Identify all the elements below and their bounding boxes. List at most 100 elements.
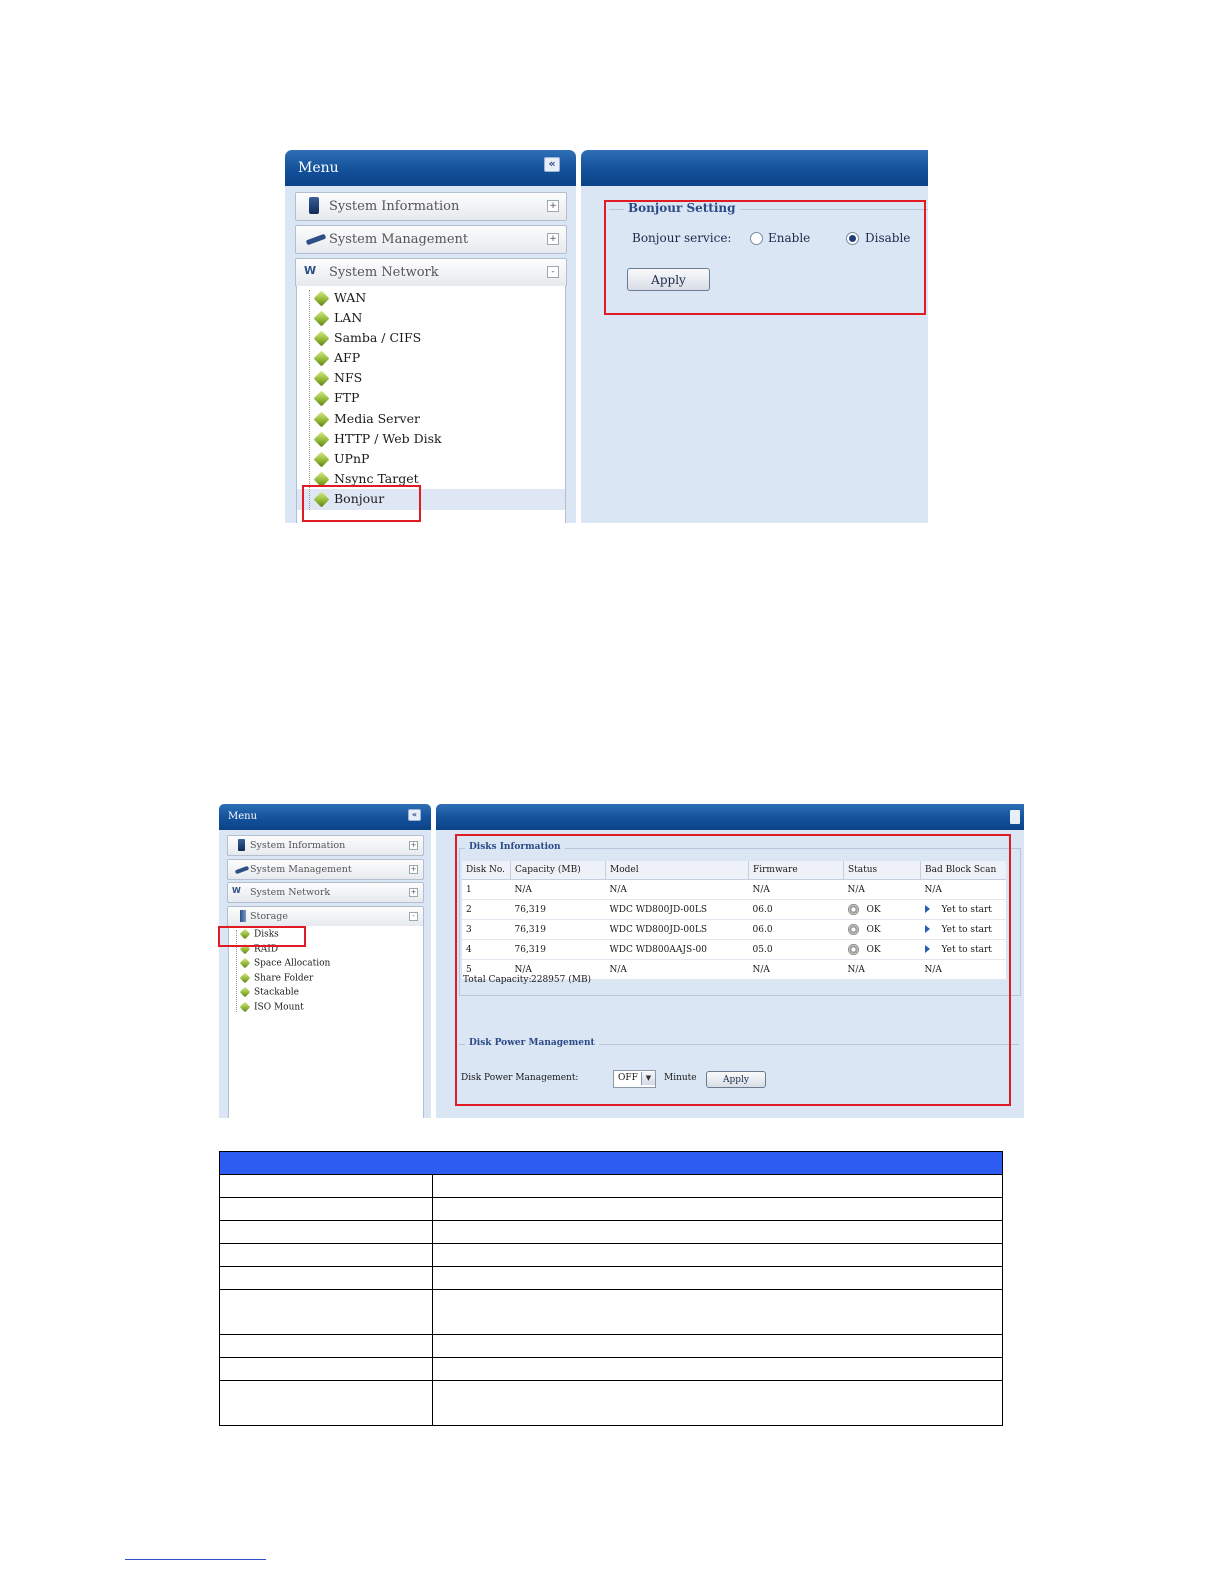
collapse-menu-button[interactable]: «	[544, 157, 560, 172]
menu-category-storage[interactable]: Storage -	[227, 906, 424, 927]
table-row	[219, 1334, 1003, 1358]
table-cell	[219, 1174, 433, 1198]
table-cell	[432, 1174, 1003, 1198]
table-cell	[432, 1334, 1003, 1358]
expand-icon[interactable]: +	[409, 888, 418, 897]
storage-icon	[240, 910, 246, 922]
category-label: System Management	[329, 232, 469, 247]
package-icon	[314, 331, 329, 346]
table-cell	[432, 1380, 1003, 1426]
package-icon	[314, 452, 329, 467]
highlight-bonjour-menu-item	[302, 485, 421, 522]
menu-title: Menu	[298, 160, 339, 176]
package-icon	[314, 371, 329, 386]
table-cell	[432, 1266, 1003, 1290]
content-header	[436, 804, 1024, 830]
network-icon: W	[232, 886, 241, 895]
menu-category-system-information[interactable]: System Information +	[295, 192, 567, 221]
table-cell	[219, 1357, 433, 1381]
menu-item-wan[interactable]: WAN	[314, 290, 366, 306]
logout-icon[interactable]	[1010, 810, 1020, 824]
table-cell	[432, 1289, 1003, 1335]
package-icon	[314, 432, 329, 447]
table-row	[219, 1357, 1003, 1381]
package-icon	[240, 1002, 250, 1012]
expand-icon[interactable]: +	[409, 841, 418, 850]
table-cell	[219, 1220, 433, 1244]
wrench-icon	[234, 865, 250, 875]
category-label: System Network	[250, 887, 331, 898]
package-icon	[314, 291, 329, 306]
double-chevron-left-icon: «	[548, 157, 556, 170]
menu-item-share-folder[interactable]: Share Folder	[240, 973, 313, 984]
category-label: Storage	[250, 911, 288, 922]
package-icon	[240, 958, 250, 968]
table-cell	[432, 1197, 1003, 1221]
table-row	[219, 1380, 1003, 1426]
table-cell	[432, 1220, 1003, 1244]
menu-category-system-network[interactable]: W System Network -	[295, 258, 567, 287]
menu-category-system-management[interactable]: System Management +	[295, 225, 567, 254]
network-icon: W	[304, 264, 317, 277]
menu-item-ftp[interactable]: FTP	[314, 390, 359, 406]
highlight-bonjour-setting	[604, 200, 926, 315]
package-icon	[314, 412, 329, 427]
storage-item-list	[228, 926, 424, 1118]
table-cell	[219, 1380, 433, 1426]
table-cell	[219, 1197, 433, 1221]
expand-icon[interactable]: +	[409, 865, 418, 874]
collapse-icon[interactable]: -	[547, 266, 559, 278]
table-cell	[219, 1334, 433, 1358]
package-icon	[314, 351, 329, 366]
menu-category-system-network[interactable]: W System Network +	[227, 882, 424, 903]
table-header-row	[219, 1151, 1003, 1175]
category-label: System Information	[250, 840, 346, 851]
table-cell	[219, 1266, 433, 1290]
description-table	[219, 1151, 1003, 1426]
menu-item-iso-mount[interactable]: ISO Mount	[240, 1002, 304, 1013]
category-label: System Management	[250, 864, 352, 875]
monitor-icon	[238, 839, 245, 851]
table-row	[219, 1220, 1003, 1244]
category-label: System Information	[329, 199, 460, 214]
highlight-disks-menu-item	[218, 926, 306, 947]
expand-icon[interactable]: +	[547, 200, 559, 212]
table-row	[219, 1197, 1003, 1221]
menu-header: Menu «	[219, 804, 431, 830]
menu-item-upnp[interactable]: UPnP	[314, 451, 369, 467]
menu-item-afp[interactable]: AFP	[314, 350, 360, 366]
menu-title: Menu	[228, 811, 258, 822]
package-icon	[240, 973, 250, 983]
menu-header: Menu «	[285, 150, 576, 186]
highlight-disks-content	[455, 834, 1011, 1106]
menu-item-media-server[interactable]: Media Server	[314, 411, 420, 427]
collapse-icon[interactable]: -	[409, 912, 418, 921]
table-header-cell	[219, 1151, 1003, 1175]
menu-item-lan[interactable]: LAN	[314, 310, 362, 326]
double-chevron-left-icon: «	[411, 810, 418, 819]
table-row	[219, 1243, 1003, 1267]
category-label: System Network	[329, 265, 439, 280]
footer-rule	[125, 1559, 266, 1560]
table-cell	[432, 1243, 1003, 1267]
table-cell	[432, 1357, 1003, 1381]
package-icon	[314, 311, 329, 326]
collapse-menu-button[interactable]: «	[408, 809, 421, 821]
package-icon	[240, 987, 250, 997]
table-cell	[219, 1243, 433, 1267]
menu-item-stackable[interactable]: Stackable	[240, 987, 299, 998]
monitor-icon	[309, 197, 319, 214]
menu-item-http-web-disk[interactable]: HTTP / Web Disk	[314, 431, 442, 447]
menu-item-samba-cifs[interactable]: Samba / CIFS	[314, 330, 421, 346]
menu-category-system-management[interactable]: System Management +	[227, 859, 424, 880]
content-header	[581, 150, 928, 186]
table-row	[219, 1174, 1003, 1198]
menu-item-nfs[interactable]: NFS	[314, 370, 362, 386]
wrench-icon	[305, 233, 327, 246]
package-icon	[314, 391, 329, 406]
expand-icon[interactable]: +	[547, 233, 559, 245]
table-cell	[219, 1289, 433, 1335]
menu-category-system-information[interactable]: System Information +	[227, 835, 424, 856]
table-row	[219, 1289, 1003, 1335]
menu-item-space-allocation[interactable]: Space Allocation	[240, 958, 330, 969]
